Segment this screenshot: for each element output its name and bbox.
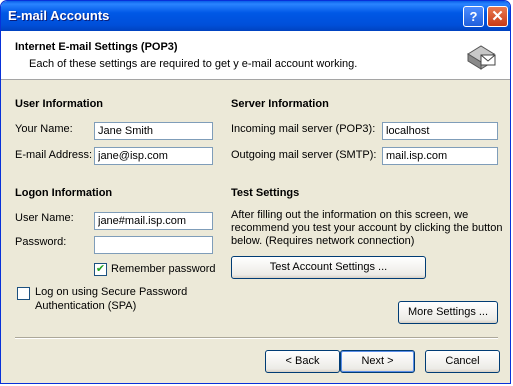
dialog-header: Internet E-mail Settings (POP3) Each of … xyxy=(1,31,510,80)
header-title: Internet E-mail Settings (POP3) xyxy=(15,41,178,53)
spa-checkbox[interactable] xyxy=(17,287,30,300)
test-account-settings-button[interactable]: Test Account Settings ... xyxy=(231,256,426,279)
user-info-heading: User Information xyxy=(15,98,104,110)
your-name-input[interactable] xyxy=(94,122,213,140)
incoming-server-input[interactable] xyxy=(382,122,498,140)
mail-settings-icon xyxy=(467,45,496,70)
help-icon: ? xyxy=(469,9,478,24)
separator xyxy=(15,337,498,339)
remember-password-checkbox[interactable]: ✔ xyxy=(94,263,107,276)
outgoing-server-input[interactable] xyxy=(382,147,498,165)
next-button[interactable]: Next > xyxy=(340,350,415,373)
your-name-label: Your Name: xyxy=(15,123,73,135)
header-subtitle: Each of these settings are required to g… xyxy=(29,58,358,70)
test-settings-desc-2: recommend you test your account by click… xyxy=(231,222,503,234)
back-button[interactable]: < Back xyxy=(265,350,340,373)
password-input[interactable] xyxy=(94,236,213,254)
logon-info-heading: Logon Information xyxy=(15,187,113,199)
email-address-input[interactable] xyxy=(94,147,213,165)
title-bar: E-mail Accounts ? ✕ xyxy=(1,1,510,31)
email-accounts-dialog: E-mail Accounts ? ✕ Internet E-mail Sett… xyxy=(0,0,511,384)
test-settings-desc-3: below. (Requires network connection) xyxy=(231,235,415,247)
spa-label-line1: Log on using Secure Password xyxy=(35,286,188,298)
password-label: Password: xyxy=(15,236,67,248)
checkmark-icon: ✔ xyxy=(95,263,106,275)
more-settings-button[interactable]: More Settings ... xyxy=(398,301,498,324)
incoming-server-label: Incoming mail server (POP3): xyxy=(231,123,376,135)
test-settings-desc-1: After filling out the information on thi… xyxy=(231,209,469,221)
help-button[interactable]: ? xyxy=(463,6,484,27)
close-button[interactable]: ✕ xyxy=(487,6,508,27)
user-name-input[interactable] xyxy=(94,212,213,230)
spa-label-line2: Authentication (SPA) xyxy=(35,300,137,312)
cancel-button[interactable]: Cancel xyxy=(425,350,500,373)
server-info-heading: Server Information xyxy=(231,98,329,110)
close-icon: ✕ xyxy=(491,8,504,25)
remember-password-label: Remember password xyxy=(111,263,216,275)
user-name-label: User Name: xyxy=(15,212,74,224)
email-address-label: E-mail Address: xyxy=(15,149,93,161)
window-title: E-mail Accounts xyxy=(8,8,110,23)
test-settings-heading: Test Settings xyxy=(231,187,300,199)
outgoing-server-label: Outgoing mail server (SMTP): xyxy=(231,149,377,161)
